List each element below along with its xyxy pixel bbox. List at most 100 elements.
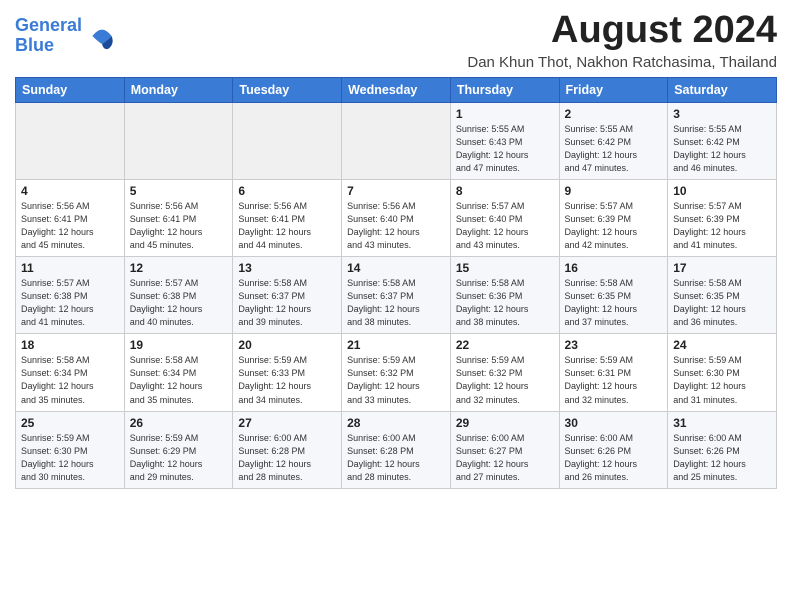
- day-info: Sunrise: 5:55 AM Sunset: 6:42 PM Dayligh…: [673, 123, 771, 175]
- day-number: 10: [673, 184, 771, 198]
- day-number: 7: [347, 184, 445, 198]
- month-title: August 2024: [467, 10, 777, 52]
- day-number: 14: [347, 261, 445, 275]
- calendar-cell: 21 Sunrise: 5:59 AM Sunset: 6:32 PM Dayli…: [342, 334, 451, 411]
- logo-line2: Blue: [15, 35, 54, 55]
- day-number: 22: [456, 338, 554, 352]
- calendar-cell: 14Sunrise: 5:58 AM Sunset: 6:37 PM Dayli…: [342, 257, 451, 334]
- day-number: 1: [456, 107, 554, 121]
- day-number: 8: [456, 184, 554, 198]
- day-number: 13: [238, 261, 336, 275]
- day-number: 4: [21, 184, 119, 198]
- day-number: 16: [565, 261, 663, 275]
- calendar-cell: 16 Sunrise: 5:58 AM Sunset: 6:35 PM Dayli…: [559, 257, 668, 334]
- day-number: 18: [21, 338, 119, 352]
- day-info: Sunrise: 5:58 AM Sunset: 6:37 PM Dayligh…: [238, 277, 336, 329]
- calendar-week-row: 11 Sunrise: 5:57 AM Sunset: 6:38 PM Dayli…: [16, 257, 777, 334]
- day-info: Sunrise: 5:58 AM Sunset: 6:36 PM Dayligh…: [456, 277, 554, 329]
- day-number: 30: [565, 416, 663, 430]
- day-number: 12: [130, 261, 228, 275]
- day-number: 20: [238, 338, 336, 352]
- logo-line1: General: [15, 15, 82, 35]
- day-info: Sunrise: 6:00 AM Sunset: 6:28 PM Dayligh…: [238, 432, 336, 484]
- calendar-cell: 12 Sunrise: 5:57 AM Sunset: 6:38 PM Dayli…: [124, 257, 233, 334]
- day-number: 26: [130, 416, 228, 430]
- day-number: 9: [565, 184, 663, 198]
- calendar-cell: 6 Sunrise: 5:56 AM Sunset: 6:41 PM Daylig…: [233, 179, 342, 256]
- weekday-header-row: SundayMondayTuesdayWednesdayThursdayFrid…: [16, 77, 777, 102]
- day-info: Sunrise: 5:56 AM Sunset: 6:41 PM Dayligh…: [130, 200, 228, 252]
- day-number: 27: [238, 416, 336, 430]
- calendar-cell: 17 Sunrise: 5:58 AM Sunset: 6:35 PM Dayli…: [668, 257, 777, 334]
- calendar-cell: 31 Sunrise: 6:00 AM Sunset: 6:26 PM Dayli…: [668, 411, 777, 488]
- day-number: 19: [130, 338, 228, 352]
- day-info: Sunrise: 5:56 AM Sunset: 6:40 PM Dayligh…: [347, 200, 445, 252]
- day-number: 25: [21, 416, 119, 430]
- day-info: Sunrise: 5:57 AM Sunset: 6:38 PM Dayligh…: [21, 277, 119, 329]
- weekday-header-cell: Friday: [559, 77, 668, 102]
- day-info: Sunrise: 5:57 AM Sunset: 6:39 PM Dayligh…: [565, 200, 663, 252]
- day-info: Sunrise: 5:59 AM Sunset: 6:32 PM Dayligh…: [347, 354, 445, 406]
- day-info: Sunrise: 5:56 AM Sunset: 6:41 PM Dayligh…: [238, 200, 336, 252]
- calendar-cell: 4 Sunrise: 5:56 AM Sunset: 6:41 PM Daylig…: [16, 179, 125, 256]
- day-info: Sunrise: 6:00 AM Sunset: 6:26 PM Dayligh…: [565, 432, 663, 484]
- weekday-header-cell: Sunday: [16, 77, 125, 102]
- calendar-cell: 23Sunrise: 5:59 AM Sunset: 6:31 PM Dayli…: [559, 334, 668, 411]
- calendar-cell: 7 Sunrise: 5:56 AM Sunset: 6:40 PM Daylig…: [342, 179, 451, 256]
- day-number: 24: [673, 338, 771, 352]
- day-number: 3: [673, 107, 771, 121]
- calendar-cell: [124, 102, 233, 179]
- calendar-cell: 5 Sunrise: 5:56 AM Sunset: 6:41 PM Daylig…: [124, 179, 233, 256]
- calendar-week-row: 18 Sunrise: 5:58 AM Sunset: 6:34 PM Dayli…: [16, 334, 777, 411]
- day-number: 31: [673, 416, 771, 430]
- day-info: Sunrise: 6:00 AM Sunset: 6:26 PM Dayligh…: [673, 432, 771, 484]
- header: General Blue August 2024 Dan Khun Thot, …: [15, 10, 777, 71]
- weekday-header-cell: Tuesday: [233, 77, 342, 102]
- day-number: 6: [238, 184, 336, 198]
- calendar-cell: 10 Sunrise: 5:57 AM Sunset: 6:39 PM Dayli…: [668, 179, 777, 256]
- calendar-cell: 2Sunrise: 5:55 AM Sunset: 6:42 PM Daylig…: [559, 102, 668, 179]
- calendar-cell: 25Sunrise: 5:59 AM Sunset: 6:30 PM Dayli…: [16, 411, 125, 488]
- day-info: Sunrise: 5:55 AM Sunset: 6:42 PM Dayligh…: [565, 123, 663, 175]
- calendar-cell: 1Sunrise: 5:55 AM Sunset: 6:43 PM Daylig…: [450, 102, 559, 179]
- calendar-cell: [342, 102, 451, 179]
- day-number: 21: [347, 338, 445, 352]
- calendar-cell: 24 Sunrise: 5:59 AM Sunset: 6:30 PM Dayli…: [668, 334, 777, 411]
- weekday-header-cell: Saturday: [668, 77, 777, 102]
- weekday-header-cell: Monday: [124, 77, 233, 102]
- day-info: Sunrise: 5:58 AM Sunset: 6:34 PM Dayligh…: [130, 354, 228, 406]
- calendar-table: SundayMondayTuesdayWednesdayThursdayFrid…: [15, 77, 777, 489]
- location-title: Dan Khun Thot, Nakhon Ratchasima, Thaila…: [467, 54, 777, 71]
- calendar-cell: 11 Sunrise: 5:57 AM Sunset: 6:38 PM Dayli…: [16, 257, 125, 334]
- day-number: 17: [673, 261, 771, 275]
- day-info: Sunrise: 5:57 AM Sunset: 6:40 PM Dayligh…: [456, 200, 554, 252]
- calendar-cell: 8 Sunrise: 5:57 AM Sunset: 6:40 PM Daylig…: [450, 179, 559, 256]
- day-info: Sunrise: 5:59 AM Sunset: 6:29 PM Dayligh…: [130, 432, 228, 484]
- logo: General Blue: [15, 16, 118, 56]
- calendar-cell: 15Sunrise: 5:58 AM Sunset: 6:36 PM Dayli…: [450, 257, 559, 334]
- day-info: Sunrise: 5:57 AM Sunset: 6:39 PM Dayligh…: [673, 200, 771, 252]
- weekday-header-cell: Wednesday: [342, 77, 451, 102]
- day-info: Sunrise: 6:00 AM Sunset: 6:28 PM Dayligh…: [347, 432, 445, 484]
- day-info: Sunrise: 5:56 AM Sunset: 6:41 PM Dayligh…: [21, 200, 119, 252]
- logo-icon: [86, 20, 118, 52]
- calendar-cell: 19 Sunrise: 5:58 AM Sunset: 6:34 PM Dayli…: [124, 334, 233, 411]
- day-info: Sunrise: 5:59 AM Sunset: 6:33 PM Dayligh…: [238, 354, 336, 406]
- title-area: August 2024 Dan Khun Thot, Nakhon Ratcha…: [467, 10, 777, 71]
- calendar-cell: 20 Sunrise: 5:59 AM Sunset: 6:33 PM Dayli…: [233, 334, 342, 411]
- day-number: 29: [456, 416, 554, 430]
- day-info: Sunrise: 5:59 AM Sunset: 6:30 PM Dayligh…: [673, 354, 771, 406]
- day-info: Sunrise: 5:57 AM Sunset: 6:38 PM Dayligh…: [130, 277, 228, 329]
- day-info: Sunrise: 5:58 AM Sunset: 6:35 PM Dayligh…: [673, 277, 771, 329]
- day-info: Sunrise: 5:58 AM Sunset: 6:35 PM Dayligh…: [565, 277, 663, 329]
- day-number: 11: [21, 261, 119, 275]
- day-info: Sunrise: 5:59 AM Sunset: 6:31 PM Dayligh…: [565, 354, 663, 406]
- calendar-cell: 26 Sunrise: 5:59 AM Sunset: 6:29 PM Dayli…: [124, 411, 233, 488]
- calendar-cell: 18 Sunrise: 5:58 AM Sunset: 6:34 PM Dayli…: [16, 334, 125, 411]
- day-number: 5: [130, 184, 228, 198]
- day-info: Sunrise: 6:00 AM Sunset: 6:27 PM Dayligh…: [456, 432, 554, 484]
- calendar-body: 1Sunrise: 5:55 AM Sunset: 6:43 PM Daylig…: [16, 102, 777, 488]
- calendar-cell: 27 Sunrise: 6:00 AM Sunset: 6:28 PM Dayli…: [233, 411, 342, 488]
- day-info: Sunrise: 5:58 AM Sunset: 6:34 PM Dayligh…: [21, 354, 119, 406]
- calendar-week-row: 25Sunrise: 5:59 AM Sunset: 6:30 PM Dayli…: [16, 411, 777, 488]
